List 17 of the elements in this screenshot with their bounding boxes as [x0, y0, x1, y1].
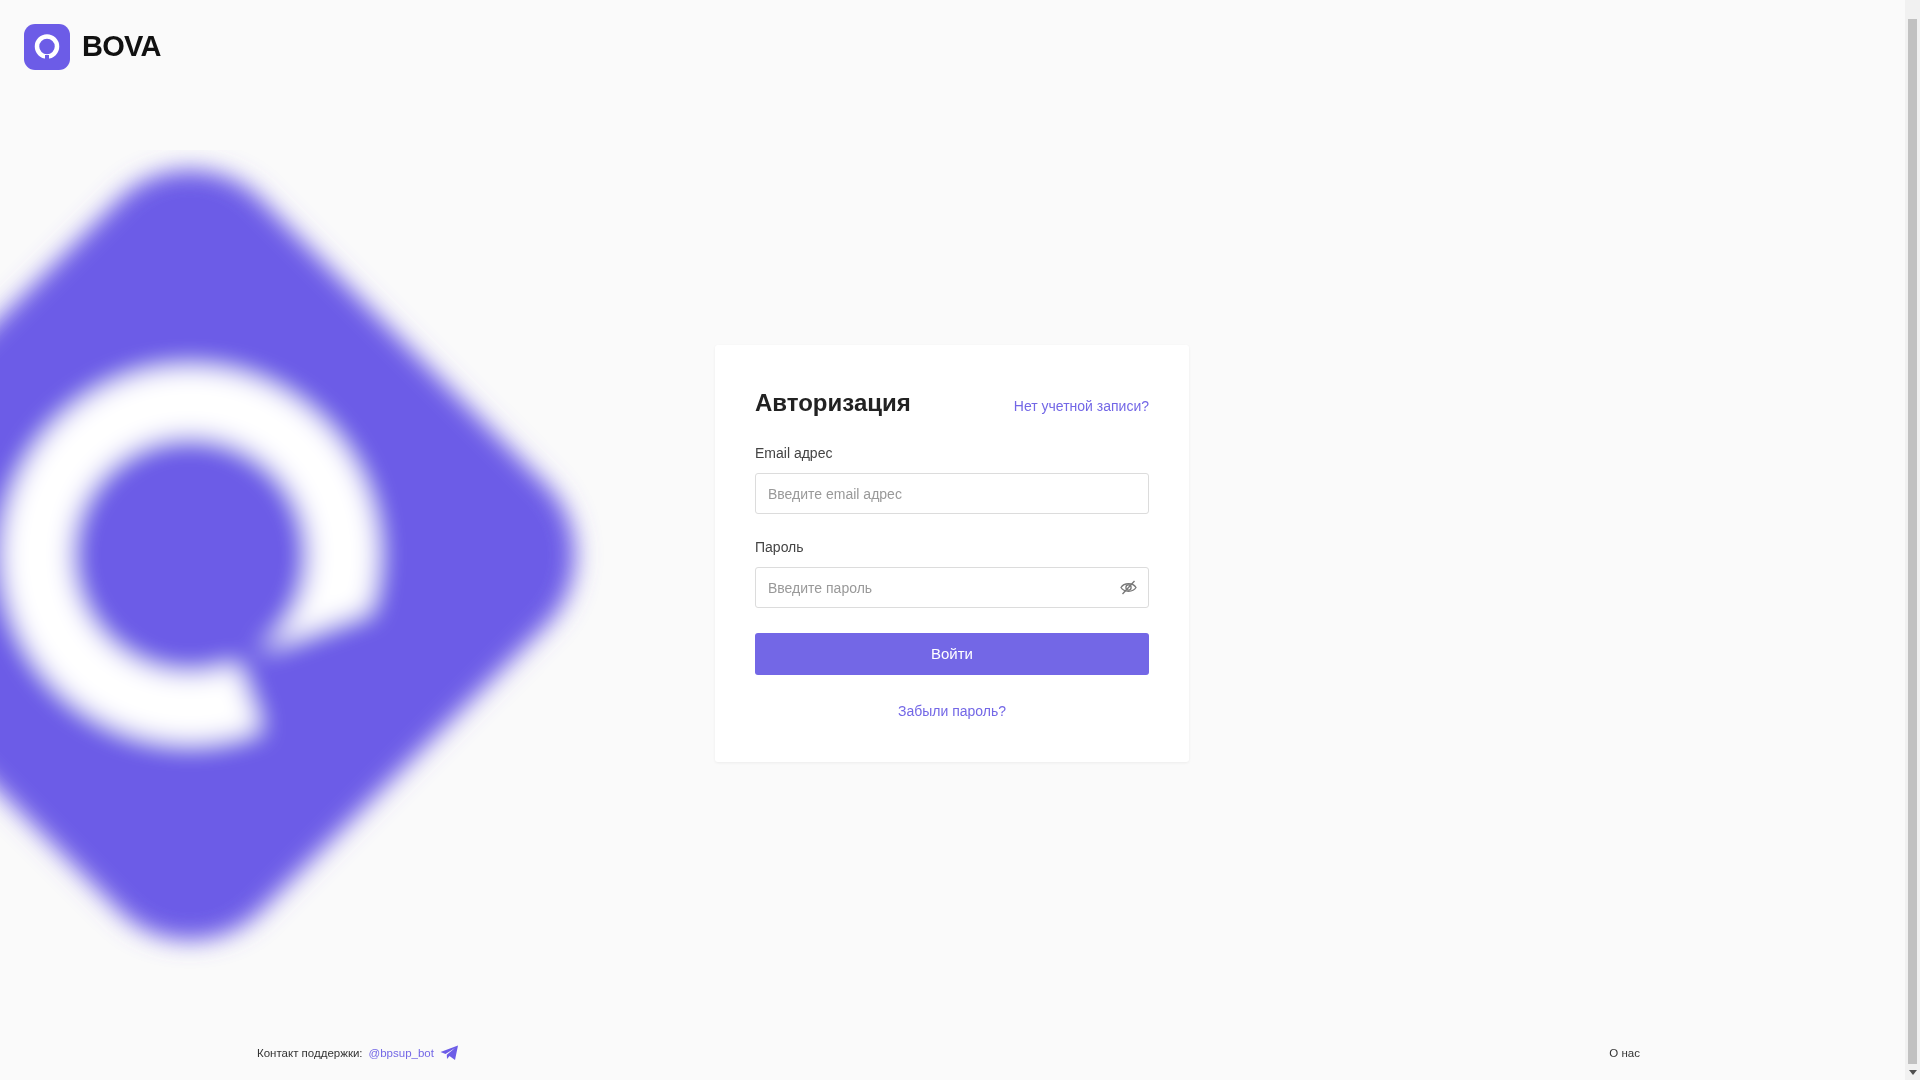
forgot-password-link[interactable]: Забыли пароль? [897, 701, 1007, 722]
email-field[interactable]: Введите email адрес [755, 473, 1149, 514]
logo-icon [24, 24, 70, 70]
support-bot-link[interactable]: @bpsup_bot [368, 1044, 434, 1062]
scrollbar[interactable] [1905, 0, 1920, 1080]
password-field[interactable]: Введите пароль [755, 567, 1149, 608]
hidden-eye-icon[interactable] [1120, 580, 1137, 595]
support-label: Контакт поддержки: [257, 1045, 363, 1061]
about-link[interactable]: О нас [1609, 1044, 1640, 1062]
login-button[interactable]: Войти [755, 633, 1149, 675]
field-label: Email адрес [755, 444, 834, 463]
signup-link[interactable]: Нет учетной записи? [1013, 396, 1149, 417]
card-title: Авторизация [755, 388, 911, 418]
logo-text: BOVA [82, 29, 161, 65]
scroll-down-icon[interactable] [1908, 1070, 1917, 1075]
telegram-icon[interactable] [439, 1045, 459, 1062]
field-label: Пароль [755, 538, 805, 557]
